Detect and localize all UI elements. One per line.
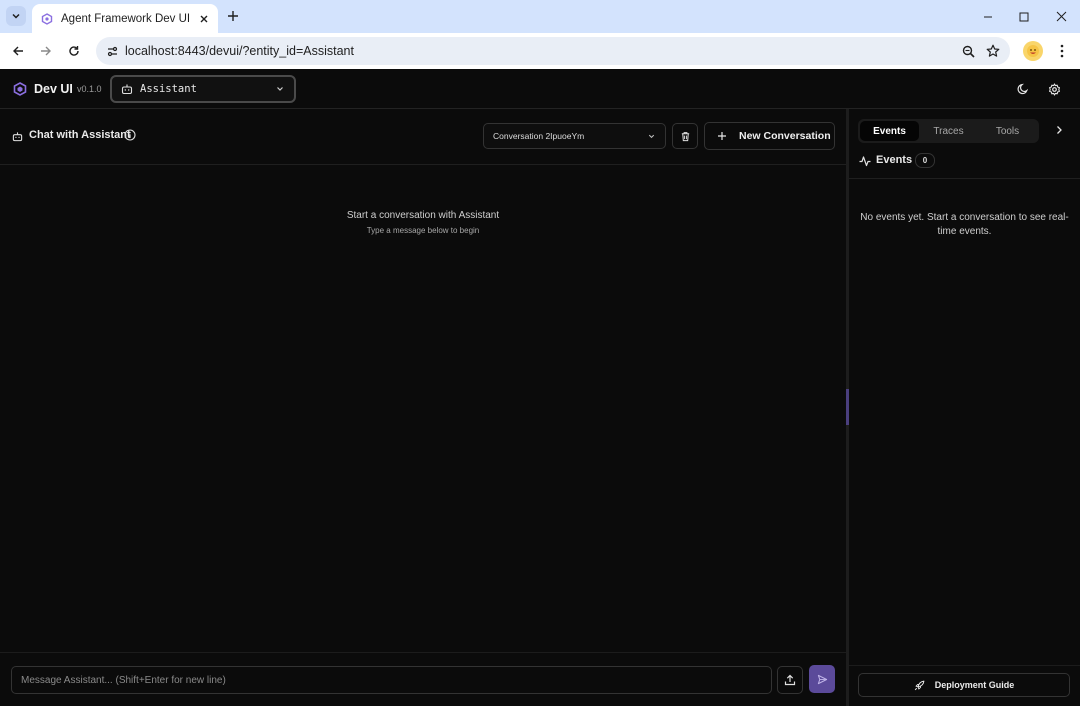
activity-pulse-icon (859, 155, 871, 167)
entity-selector-value: Assistant (140, 83, 197, 95)
plus-icon (717, 131, 727, 141)
message-composer (0, 652, 846, 706)
bookmark-star-icon[interactable] (985, 43, 1001, 59)
debug-side-panel: Events Traces Tools Events 0 No events y… (849, 109, 1080, 706)
new-tab-icon[interactable] (224, 7, 242, 25)
side-panel-footer: Deployment Guide (849, 665, 1080, 706)
url-text: localhost:8443/devui/?entity_id=Assistan… (125, 44, 354, 58)
tab-tools[interactable]: Tools (978, 121, 1037, 141)
tab-events[interactable]: Events (860, 121, 919, 141)
new-conversation-button[interactable]: New Conversation (704, 122, 835, 150)
theme-toggle-moon-icon[interactable] (1016, 82, 1030, 96)
side-panel-tabs: Events Traces Tools (858, 119, 1039, 143)
maximize-icon[interactable] (1006, 0, 1042, 33)
chevron-down-icon (647, 132, 656, 141)
browser-toolbar: localhost:8443/devui/?entity_id=Assistan… (0, 33, 1080, 69)
events-count-badge: 0 (915, 153, 935, 168)
conversation-selector-value: Conversation 2IpuoeYm (493, 131, 585, 141)
trash-icon (681, 131, 689, 141)
browser-menu-icon[interactable] (1052, 41, 1072, 61)
chat-title: Chat with Assistant (29, 129, 131, 141)
events-title: Events (876, 154, 913, 166)
upload-icon (784, 674, 796, 686)
send-button[interactable] (809, 665, 835, 693)
chat-panel: Chat with Assistant Conversation 2IpuoeY… (0, 109, 846, 706)
info-icon[interactable] (124, 129, 136, 141)
browser-tab[interactable]: Agent Framework Dev UI (32, 4, 218, 33)
bot-icon (12, 131, 23, 142)
settings-gear-icon[interactable] (1047, 82, 1061, 96)
tab-traces[interactable]: Traces (919, 121, 978, 141)
deployment-guide-button[interactable]: Deployment Guide (858, 673, 1070, 697)
site-info-icon[interactable] (104, 43, 120, 59)
upload-button[interactable] (777, 666, 803, 694)
send-icon (817, 674, 827, 684)
agent-framework-favicon-icon (41, 12, 53, 25)
collapse-panel-chevron-right-icon[interactable] (1054, 125, 1064, 135)
chat-header: Chat with Assistant Conversation 2IpuoeY… (0, 109, 846, 165)
address-bar[interactable]: localhost:8443/devui/?entity_id=Assistan… (96, 37, 1010, 65)
tab-close-icon[interactable] (195, 10, 213, 28)
browser-tab-strip: Agent Framework Dev UI (0, 0, 1080, 33)
close-window-icon[interactable] (1043, 0, 1079, 33)
tab-search-button[interactable] (6, 6, 26, 26)
back-arrow-icon[interactable] (8, 41, 28, 61)
deployment-guide-label: Deployment Guide (934, 680, 1015, 690)
empty-state-subtitle: Type a message below to begin (366, 226, 480, 235)
entity-selector[interactable]: Assistant (110, 75, 296, 103)
forward-arrow-icon[interactable] (36, 41, 56, 61)
app-version: v0.1.0 (77, 84, 102, 94)
dev-ui-logo-icon (13, 82, 27, 96)
chevron-down-icon (12, 13, 20, 19)
events-header: Events 0 (849, 149, 1080, 179)
chevron-down-icon (275, 84, 285, 94)
rocket-icon (914, 680, 925, 691)
events-empty-message: No events yet. Start a conversation to s… (860, 212, 1069, 237)
profile-avatar-icon[interactable] (1023, 41, 1043, 61)
dev-ui-app: Dev UI v0.1.0 Assistant Chat with Assist… (0, 69, 1080, 706)
reload-icon[interactable] (64, 41, 84, 61)
app-title: Dev UI (34, 82, 73, 96)
empty-state-title: Start a conversation with Assistant (346, 210, 500, 221)
zoom-icon[interactable] (960, 43, 976, 59)
app-header: Dev UI v0.1.0 Assistant (0, 69, 1080, 109)
message-input[interactable] (11, 666, 772, 694)
bot-icon (121, 83, 133, 95)
conversation-selector[interactable]: Conversation 2IpuoeYm (483, 123, 666, 149)
delete-conversation-button[interactable] (672, 123, 698, 149)
tab-title: Agent Framework Dev UI (61, 12, 191, 25)
new-conversation-label: New Conversation (739, 130, 831, 142)
minimize-icon[interactable] (970, 0, 1006, 33)
